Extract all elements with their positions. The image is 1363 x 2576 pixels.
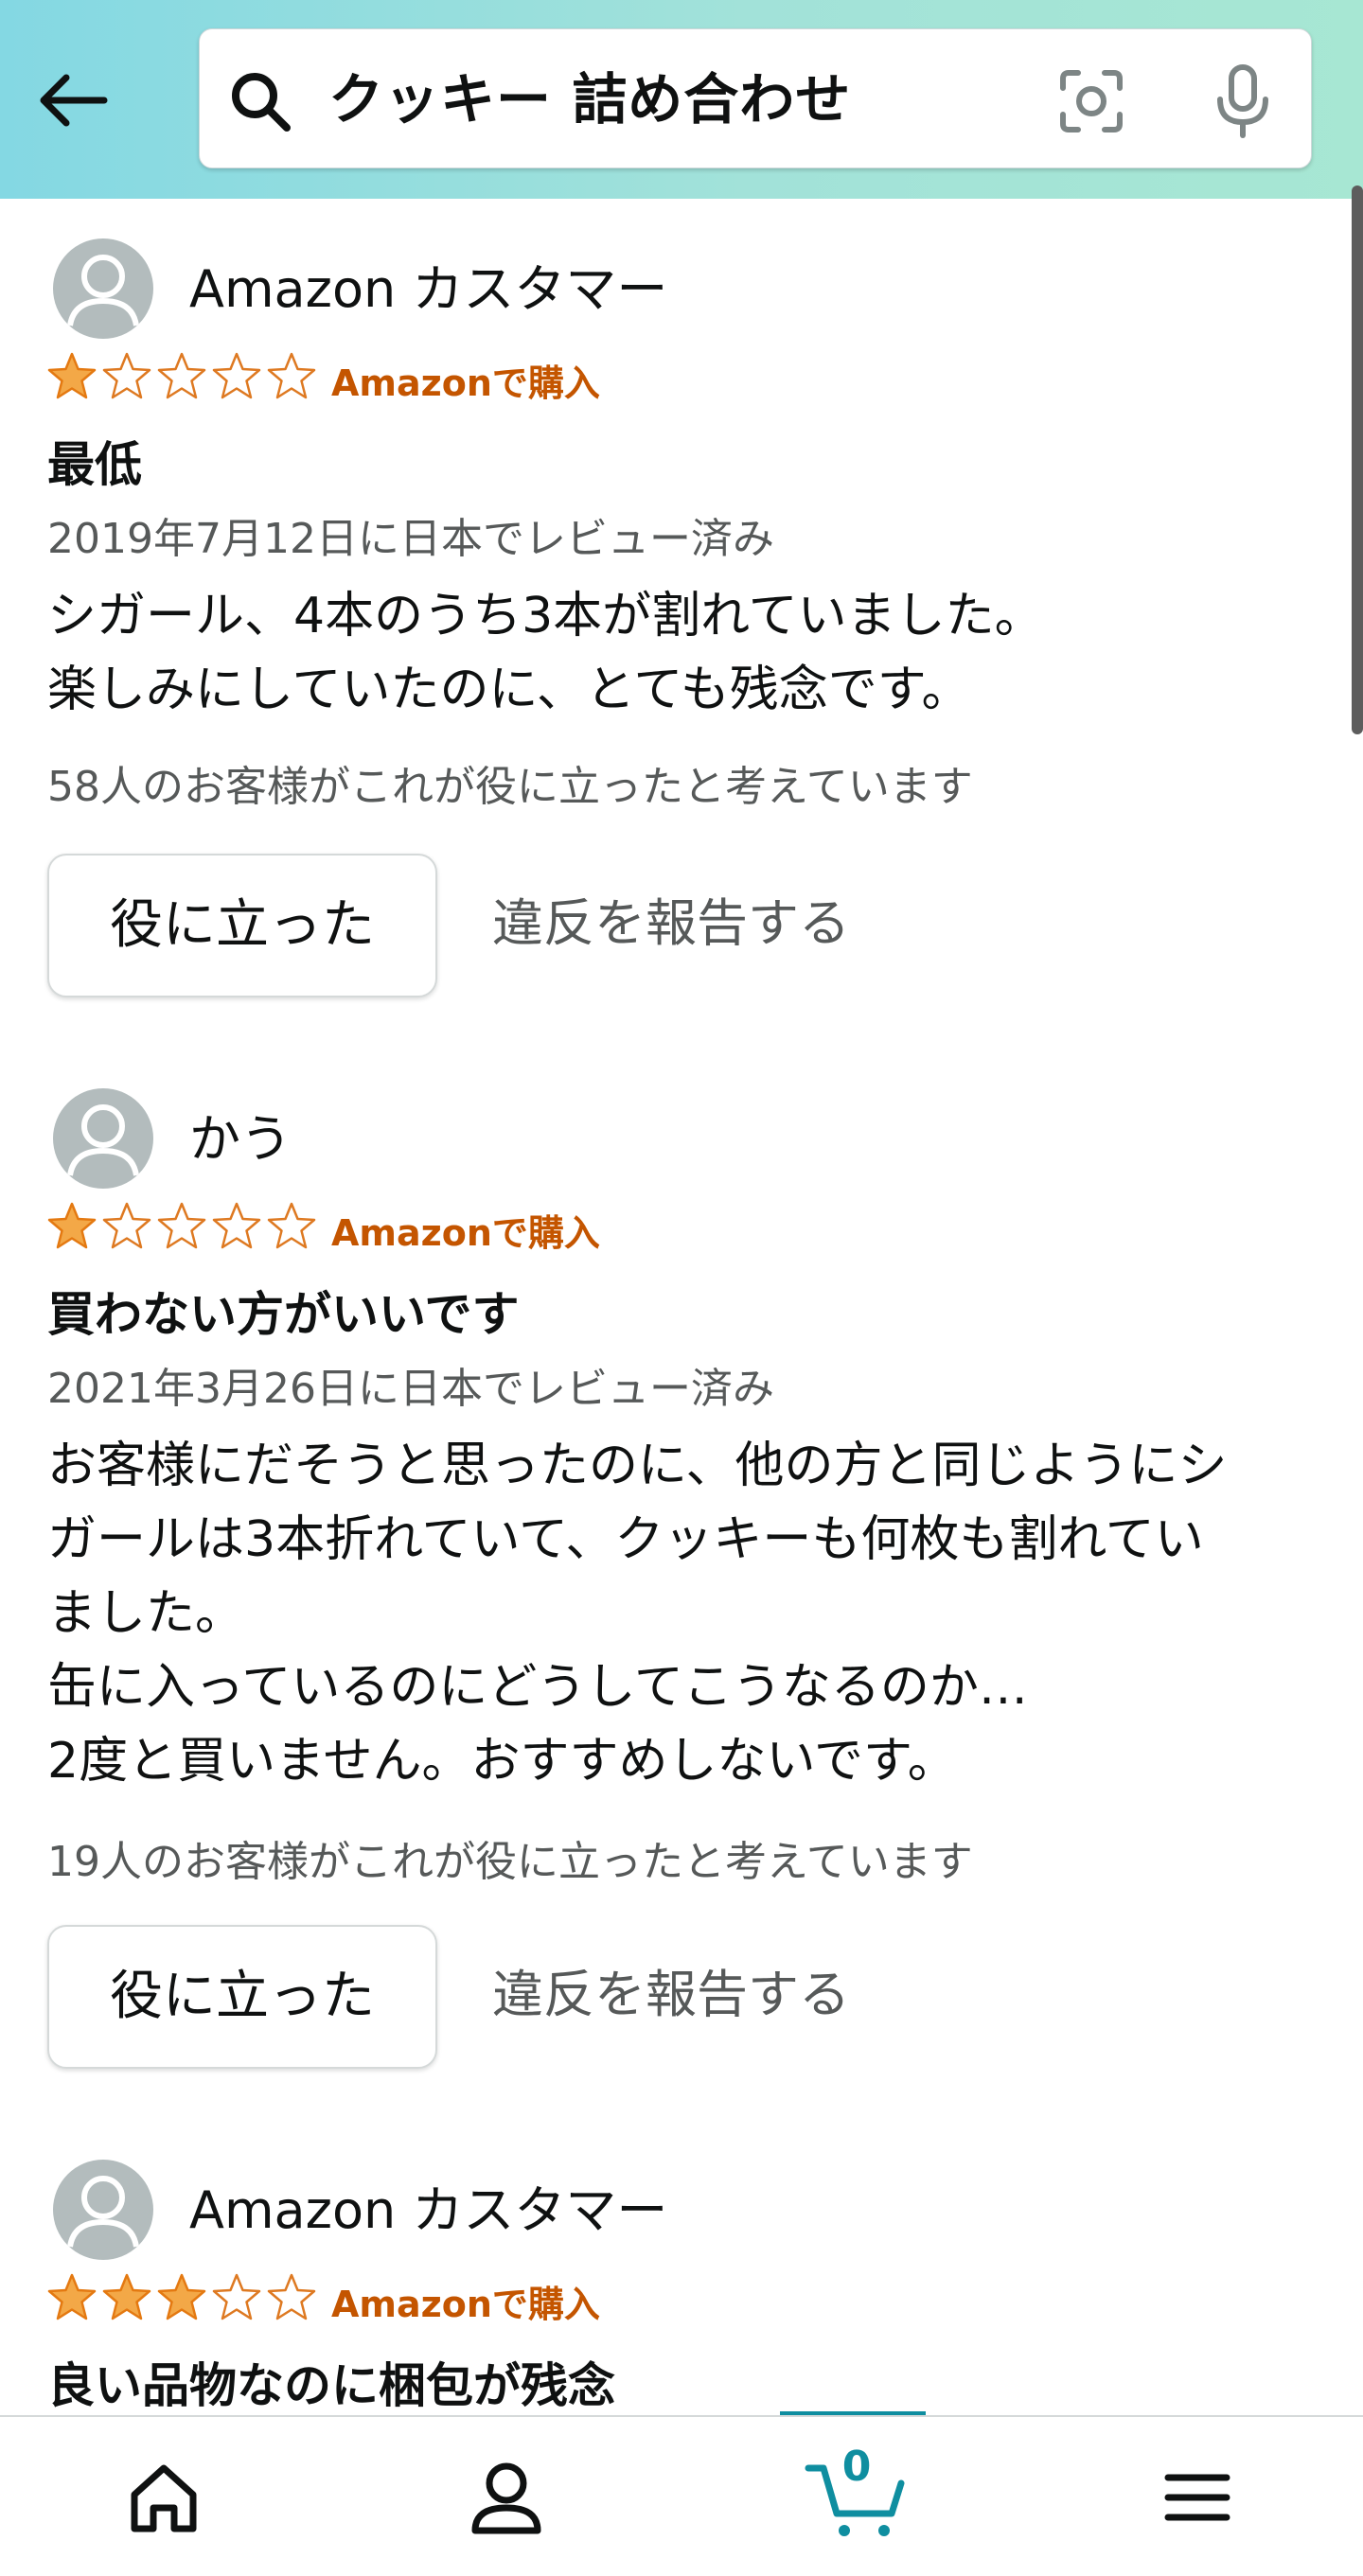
search-box[interactable]: クッキー 詰め合わせ bbox=[199, 28, 1312, 168]
review-title: 最低 bbox=[47, 437, 142, 492]
star-empty-icon bbox=[102, 1202, 151, 1249]
helpful-button[interactable]: 役に立った bbox=[47, 1925, 437, 2069]
star-filled-icon bbox=[47, 1202, 97, 1249]
cart-count-badge[interactable]: 0 bbox=[814, 2444, 899, 2491]
account-icon[interactable] bbox=[464, 2455, 549, 2540]
review-item: Amazon カスタマー Amazonで購入 最低 2019年7月12日に日本で… bbox=[0, 238, 1363, 1015]
review-body-line: ました。 bbox=[47, 1585, 245, 1642]
report-abuse-link[interactable]: 違反を報告する bbox=[492, 893, 850, 954]
verified-purchase-badge: Amazonで購入 bbox=[331, 1212, 600, 1254]
star-rating[interactable] bbox=[45, 350, 318, 407]
star-empty-icon bbox=[212, 352, 261, 399]
menu-icon[interactable] bbox=[1155, 2455, 1240, 2540]
review-date: 2019年7月12日に日本でレビュー済み bbox=[47, 515, 774, 563]
review-body-line: ガールは3本折れていて、クッキーも何枚も割れてい bbox=[47, 1511, 1204, 1568]
avatar bbox=[53, 238, 153, 339]
star-empty-icon bbox=[157, 1202, 206, 1249]
star-filled-icon bbox=[47, 2273, 97, 2320]
report-abuse-link[interactable]: 違反を報告する bbox=[492, 1965, 850, 2025]
review-title: 買わない方がいいです bbox=[47, 1287, 520, 1342]
back-arrow-icon bbox=[40, 74, 108, 127]
star-empty-icon bbox=[267, 2273, 316, 2320]
review-body-line: 2度と買いません。おすすめしないです。 bbox=[47, 1733, 957, 1790]
star-empty-icon bbox=[267, 352, 316, 399]
review-body-line: シガール、4本のうち3本が割れていました。 bbox=[47, 588, 1044, 644]
reviewer-name[interactable]: Amazon カスタマー bbox=[189, 259, 667, 320]
review-body: シガール、4本のうち3本が割れていました。 楽しみにしていたのに、とても残念です… bbox=[47, 579, 1316, 727]
back-button[interactable] bbox=[34, 61, 114, 140]
review-date: 2021年3月26日に日本でレビュー済み bbox=[47, 1365, 774, 1413]
star-empty-icon bbox=[102, 352, 151, 399]
search-icon bbox=[232, 73, 291, 132]
star-empty-icon bbox=[212, 2273, 261, 2320]
reviewer-name[interactable]: かう bbox=[189, 1109, 292, 1170]
header-bar: クッキー 詰め合わせ bbox=[0, 0, 1363, 199]
avatar bbox=[53, 1088, 153, 1189]
search-input[interactable]: クッキー 詰め合わせ bbox=[328, 67, 851, 132]
review-body: お客様にだそうと思ったのに、他の方と同じようにシ ガールは3本折れていて、クッキ… bbox=[47, 1429, 1316, 1798]
bottom-nav: 0 bbox=[0, 2415, 1363, 2576]
helpful-button[interactable]: 役に立った bbox=[47, 854, 437, 997]
review-body-line: お客様にだそうと思ったのに、他の方と同じようにシ bbox=[47, 1438, 1228, 1494]
user-icon bbox=[67, 2176, 139, 2248]
star-empty-icon bbox=[212, 1202, 261, 1249]
avatar bbox=[53, 2160, 153, 2260]
star-filled-icon bbox=[102, 2273, 151, 2320]
review-item: かう Amazonで購入 買わない方がいいです 2021年3月26日に日本でレビ… bbox=[0, 1088, 1363, 2082]
star-filled-icon bbox=[47, 352, 97, 399]
camera-lens-icon[interactable] bbox=[1057, 67, 1125, 135]
star-rating[interactable] bbox=[45, 2271, 318, 2328]
home-icon[interactable] bbox=[121, 2455, 206, 2540]
user-icon bbox=[67, 255, 139, 326]
user-icon bbox=[67, 1104, 139, 1176]
verified-purchase-badge: Amazonで購入 bbox=[331, 362, 600, 404]
microphone-icon[interactable] bbox=[1209, 63, 1277, 139]
verified-purchase-badge: Amazonで購入 bbox=[331, 2284, 600, 2325]
reviewer-name[interactable]: Amazon カスタマー bbox=[189, 2180, 667, 2241]
star-empty-icon bbox=[157, 352, 206, 399]
review-title: 良い品物なのに梱包が残念 bbox=[47, 2358, 615, 2413]
star-empty-icon bbox=[267, 1202, 316, 1249]
helpful-count: 19人のお客様がこれが役に立ったと考えています bbox=[47, 1838, 973, 1886]
helpful-count: 58人のお客様がこれが役に立ったと考えています bbox=[47, 763, 973, 811]
star-filled-icon bbox=[157, 2273, 206, 2320]
review-item: Amazon カスタマー Amazonで購入 良い品物なのに梱包が残念 bbox=[0, 2160, 1363, 2415]
review-body-line: 缶に入っているのにどうしてこうなるのか… bbox=[47, 1659, 1028, 1716]
star-rating[interactable] bbox=[45, 1200, 318, 1257]
review-body-line: 楽しみにしていたのに、とても残念です。 bbox=[47, 662, 971, 718]
